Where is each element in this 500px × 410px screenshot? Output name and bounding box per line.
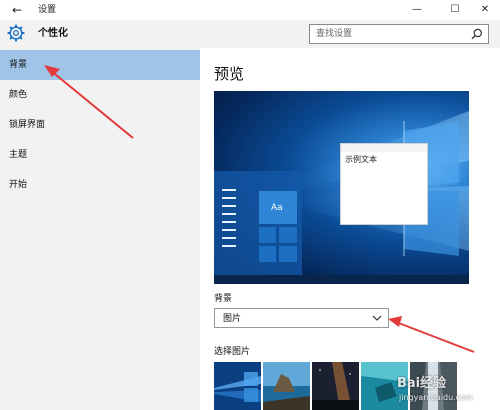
main-content: 预览 Aa 示例文本 背景 图片 选择图片 — [200, 48, 500, 410]
sidebar: 背景 颜色 锁屏界面 主题 开始 — [0, 48, 200, 410]
page-title: 个性化 — [38, 28, 68, 39]
tile — [279, 227, 297, 243]
picture-thumbnail-night-sky[interactable] — [312, 362, 359, 410]
sidebar-item-lock-screen[interactable]: 锁屏界面 — [0, 110, 200, 140]
search-icon[interactable] — [471, 28, 483, 40]
sample-text: 示例文本 — [345, 155, 377, 164]
gear-icon — [7, 24, 25, 42]
maximize-button[interactable]: ☐ — [444, 1, 466, 19]
watermark-logo: Bai经验 — [397, 376, 447, 391]
start-menu-list — [222, 189, 238, 269]
header: 个性化 查找设置 — [0, 20, 500, 48]
close-button[interactable]: ✕ — [474, 1, 496, 19]
sidebar-item-label: 锁屏界面 — [9, 120, 46, 130]
sidebar-item-label: 开始 — [9, 180, 28, 190]
tile — [259, 227, 276, 243]
search-input[interactable]: 查找设置 — [309, 24, 489, 44]
sidebar-item-themes[interactable]: 主题 — [0, 140, 200, 170]
choose-picture-label: 选择图片 — [214, 347, 251, 357]
chevron-down-icon — [372, 315, 382, 321]
window-title: 设置 — [38, 5, 57, 15]
minimize-button[interactable]: — — [406, 1, 428, 19]
sample-tile-text: Aa — [271, 203, 283, 213]
sidebar-item-label: 背景 — [9, 60, 28, 70]
background-select[interactable]: 图片 — [214, 308, 389, 328]
sidebar-item-label: 颜色 — [9, 90, 28, 100]
preview-title: 预览 — [214, 65, 245, 83]
watermark-url: jingyan.baidu.com — [399, 393, 473, 402]
watermark: Bai经验 jingyan.baidu.com — [397, 376, 492, 406]
sample-window: 示例文本 — [340, 143, 428, 225]
tile — [259, 246, 276, 262]
sidebar-item-colors[interactable]: 颜色 — [0, 80, 200, 110]
tile — [279, 246, 297, 262]
sidebar-item-start[interactable]: 开始 — [0, 170, 200, 200]
start-menu-preview: Aa — [214, 171, 302, 275]
background-preview: Aa 示例文本 — [214, 91, 469, 284]
back-button[interactable]: ← — [8, 2, 26, 18]
background-select-value: 图片 — [223, 314, 242, 324]
picture-thumbnail-coast[interactable] — [263, 362, 310, 410]
background-label: 背景 — [214, 294, 233, 304]
search-placeholder: 查找设置 — [316, 29, 353, 39]
sample-tile: Aa — [259, 191, 297, 224]
taskbar-preview — [214, 275, 469, 284]
sidebar-item-label: 主题 — [9, 150, 28, 160]
title-bar: ← 设置 — ☐ ✕ — [0, 0, 500, 20]
picture-thumbnail-windows[interactable] — [214, 362, 261, 410]
sidebar-item-background[interactable]: 背景 — [0, 50, 200, 80]
